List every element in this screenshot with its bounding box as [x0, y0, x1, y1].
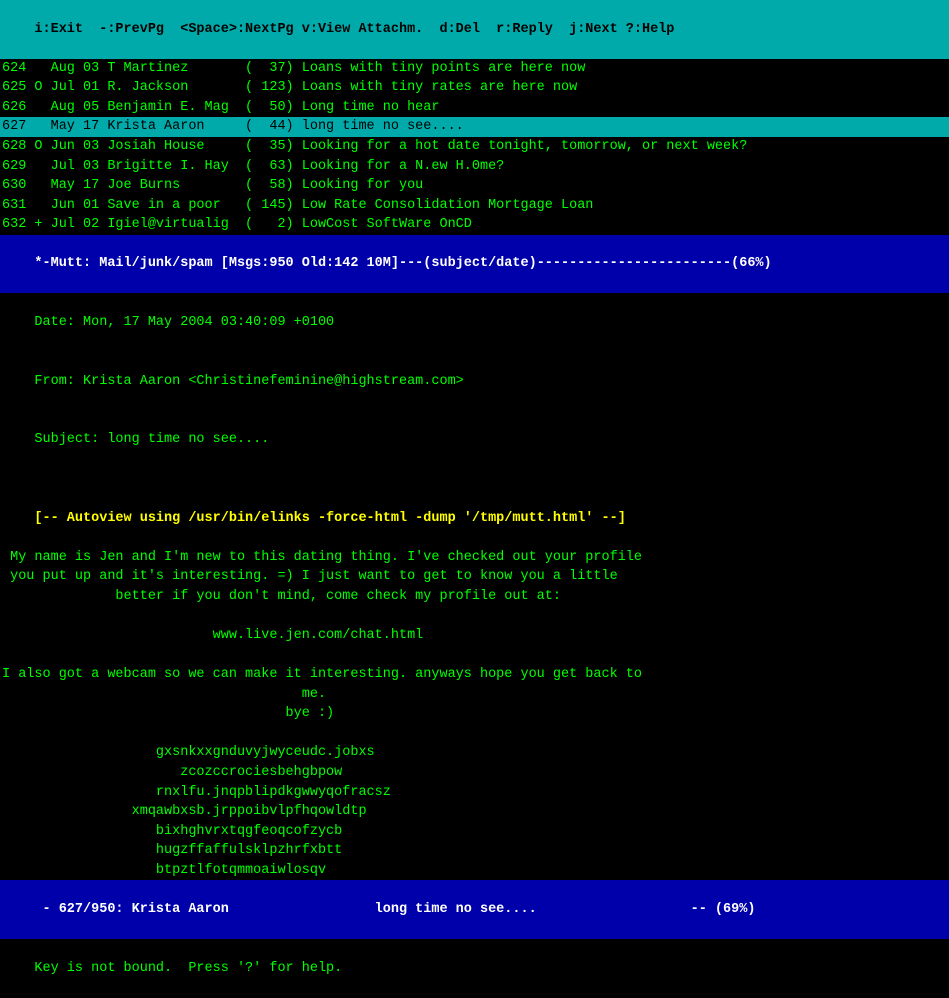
top-bar: i:Exit -:PrevPg <Space>:NextPg v:View At… — [0, 0, 949, 59]
body-line: btpztlfotqmmoaiwlosqv — [2, 861, 947, 881]
mail-list: 624 Aug 03 T Martinez ( 37) Loans with t… — [0, 59, 949, 235]
terminal: i:Exit -:PrevPg <Space>:NextPg v:View At… — [0, 0, 949, 706]
body-line — [2, 724, 947, 744]
mail-row[interactable]: 627 May 17 Krista Aaron ( 44) long time … — [0, 117, 949, 137]
body-line: hugzffaffulsklpzhrfxbtt — [2, 841, 947, 861]
autoview-label: [-- Autoview using /usr/bin/elinks -forc… — [34, 511, 625, 526]
body-line: zcozccrociesbehgbpow — [2, 763, 947, 783]
body-line — [2, 606, 947, 626]
email-from: From: Krista Aaron <Christinefeminine@hi… — [0, 352, 949, 411]
body-line: rnxlfu.jnqpblipdkgwwyqofracsz — [2, 783, 947, 803]
mail-row[interactable]: 632 + Jul 02 Igiel@virtualig ( 2) LowCos… — [0, 215, 949, 235]
top-bar-label: i:Exit -:PrevPg <Space>:NextPg v:View At… — [34, 22, 674, 37]
body-line: bixhghvrxtqgfeoqcofzycb — [2, 822, 947, 842]
status-bar-text: *-Mutt: Mail/junk/spam [Msgs:950 Old:142… — [34, 256, 771, 271]
autoview-line: [-- Autoview using /usr/bin/elinks -forc… — [0, 489, 949, 548]
body-line: xmqawbxsb.jrppoibvlpfhqowldtp — [2, 802, 947, 822]
mail-row[interactable]: 628 O Jun 03 Josiah House ( 35) Looking … — [0, 137, 949, 157]
status-bar: *-Mutt: Mail/junk/spam [Msgs:950 Old:142… — [0, 235, 949, 294]
email-subject: Subject: long time no see.... — [0, 411, 949, 470]
body-line: gxsnkxxgnduvyjwyceudc.jobxs — [2, 743, 947, 763]
spacer1 — [0, 470, 949, 490]
bottom-status-bar: - 627/950: Krista Aaron long time no see… — [0, 880, 949, 939]
email-body: My name is Jen and I'm new to this datin… — [0, 548, 949, 881]
mail-row[interactable]: 629 Jul 03 Brigitte I. Hay ( 63) Looking… — [0, 157, 949, 177]
body-line: I also got a webcam so we can make it in… — [2, 665, 947, 685]
body-line: My name is Jen and I'm new to this datin… — [2, 548, 947, 568]
body-line: me. — [2, 685, 947, 705]
mail-row[interactable]: 624 Aug 03 T Martinez ( 37) Loans with t… — [0, 59, 949, 79]
bottom-info: Key is not bound. Press '?' for help. — [0, 939, 949, 998]
bottom-info-text: Key is not bound. Press '?' for help. — [34, 961, 342, 976]
mail-row[interactable]: 626 Aug 05 Benjamin E. Mag ( 50) Long ti… — [0, 98, 949, 118]
mail-row[interactable]: 631 Jun 01 Save in a poor ( 145) Low Rat… — [0, 196, 949, 216]
body-line: bye :) — [2, 704, 947, 724]
body-line — [2, 646, 947, 666]
mail-row[interactable]: 625 O Jul 01 R. Jackson ( 123) Loans wit… — [0, 78, 949, 98]
body-line: www.live.jen.com/chat.html — [2, 626, 947, 646]
bottom-status-text: - 627/950: Krista Aaron long time no see… — [34, 902, 755, 917]
body-line: better if you don't mind, come check my … — [2, 587, 947, 607]
email-date: Date: Mon, 17 May 2004 03:40:09 +0100 — [0, 293, 949, 352]
mail-row[interactable]: 630 May 17 Joe Burns ( 58) Looking for y… — [0, 176, 949, 196]
body-line: you put up and it's interesting. =) I ju… — [2, 567, 947, 587]
